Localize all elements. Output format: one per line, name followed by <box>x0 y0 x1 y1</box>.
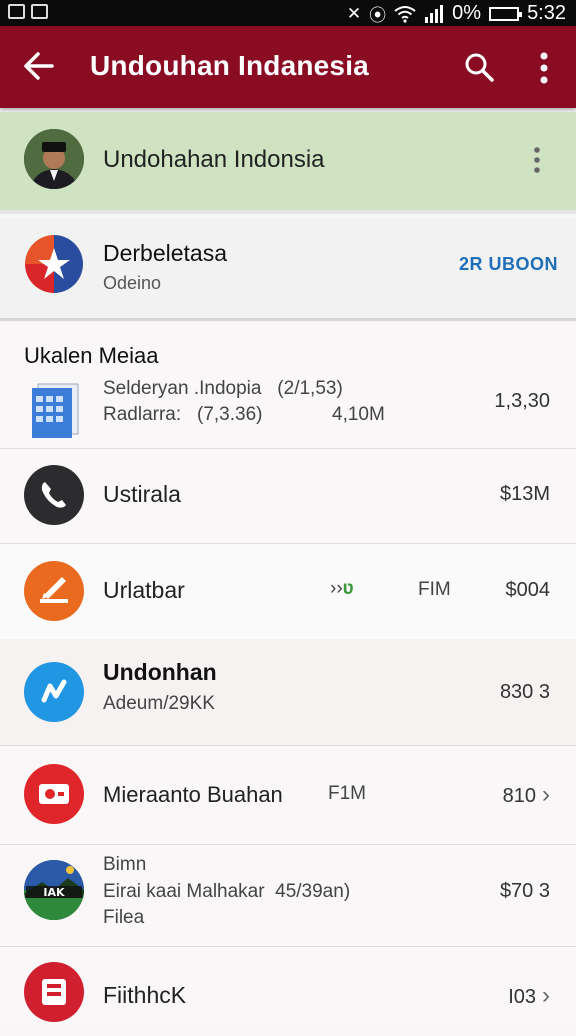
row-value: 830 3 <box>499 681 550 703</box>
clock: 5:32 <box>527 2 566 24</box>
row-value: $70 3 <box>499 880 550 902</box>
list-item[interactable]: Urlatbar ››ʋ FIM $004 <box>0 544 576 640</box>
row-title: Eirai kaai Malhakar 45/39an) <box>103 881 351 902</box>
row-size: 4,10M <box>332 404 385 425</box>
row-value: 810 › <box>502 781 550 808</box>
list-item[interactable]: Selderyan .Indopia (2/1,53) Radlarra: (7… <box>0 374 576 449</box>
phone-icon <box>24 465 84 525</box>
row-heading: Bimn <box>103 854 147 875</box>
status-icons: ✕ ⦿ 0% 5:32 <box>347 1 566 26</box>
media-app-icon <box>24 764 84 824</box>
row-value: 1,3,30 <box>494 390 550 412</box>
account-name: Undohahan Indonsia <box>103 146 325 173</box>
row-title: FiithhcK <box>103 982 187 1008</box>
more-vert-icon[interactable] <box>534 48 554 88</box>
featured-app-logo-icon <box>25 235 83 293</box>
notification-icons <box>8 4 48 19</box>
list-item[interactable]: FiithhcK I03 › <box>0 946 576 1036</box>
search-icon[interactable] <box>462 48 496 86</box>
featured-app-title: Derbeletasa <box>103 240 228 266</box>
row-value: $13M <box>499 483 550 505</box>
chevron-right-icon[interactable]: › <box>542 781 550 808</box>
row-title: Ustirala <box>103 481 181 507</box>
featured-app-card[interactable]: Derbeletasa Odeino 2R UBOON <box>0 218 576 321</box>
landscape-app-icon: IAK <box>24 860 84 920</box>
list-item[interactable]: IAK Bimn Eirai kaai Malhakar 45/39an) Fi… <box>0 844 576 947</box>
row-size: F1M <box>328 783 366 804</box>
row-subtitle: Filea <box>103 907 145 928</box>
mute-icon: ✕ <box>346 3 362 23</box>
arrow-left-icon[interactable] <box>22 46 54 86</box>
app-bar-title: Undouhan Indanesia <box>90 50 369 81</box>
featured-app-subtitle: Odeino <box>103 273 162 293</box>
vibrate-icon: ⦿ <box>369 6 387 25</box>
row-title: Urlatbar <box>103 577 185 603</box>
app-list-section: Ukalen Meiaa Selderyan .Indopia (2/1,53)… <box>0 324 576 1024</box>
row-line-1: Selderyan .Indopia (2/1,53) <box>103 378 343 399</box>
account-row[interactable]: Undohahan Indonsia <box>0 112 576 214</box>
gallery-notification-icon <box>8 4 25 19</box>
section-title: Ukalen Meiaa <box>24 343 159 368</box>
list-item[interactable]: Undonhan Adeum/29KK 830 3 <box>0 639 576 746</box>
row-arrows: ››ʋ <box>330 578 354 599</box>
battery-icon <box>489 6 523 21</box>
list-item[interactable]: Mieraanto Buahan F1M 810 › <box>0 746 576 845</box>
signal-icon <box>425 4 444 23</box>
row-title: Undonhan <box>103 659 217 685</box>
chevron-right-icon[interactable]: › <box>542 982 550 1009</box>
battery-percent: 0% <box>452 2 482 24</box>
list-item[interactable]: Ustirala $13M <box>0 448 576 544</box>
account-more-icon[interactable] <box>529 145 545 175</box>
photo-notification-icon <box>31 4 48 19</box>
avatar <box>24 129 84 189</box>
row-title: Mieraanto Buahan <box>103 782 283 807</box>
featured-action-button[interactable]: 2R UBOON <box>459 254 558 275</box>
row-line-2: Radlarra: (7,3.36) <box>103 404 263 425</box>
wifi-icon <box>394 5 416 23</box>
edit-app-icon <box>24 561 84 621</box>
row-subtitle: Adeum/29KK <box>103 693 215 714</box>
row-value: $004 <box>505 579 551 601</box>
red-app-icon <box>24 962 84 1022</box>
status-bar: ✕ ⦿ 0% 5:32 <box>0 0 576 26</box>
blue-app-icon <box>24 662 84 722</box>
row-size: FIM <box>418 579 451 600</box>
svg-text:IAK: IAK <box>43 886 65 899</box>
row-value: I03 › <box>508 982 550 1009</box>
document-app-icon <box>32 383 79 438</box>
app-bar: Undouhan Indanesia <box>0 26 576 108</box>
